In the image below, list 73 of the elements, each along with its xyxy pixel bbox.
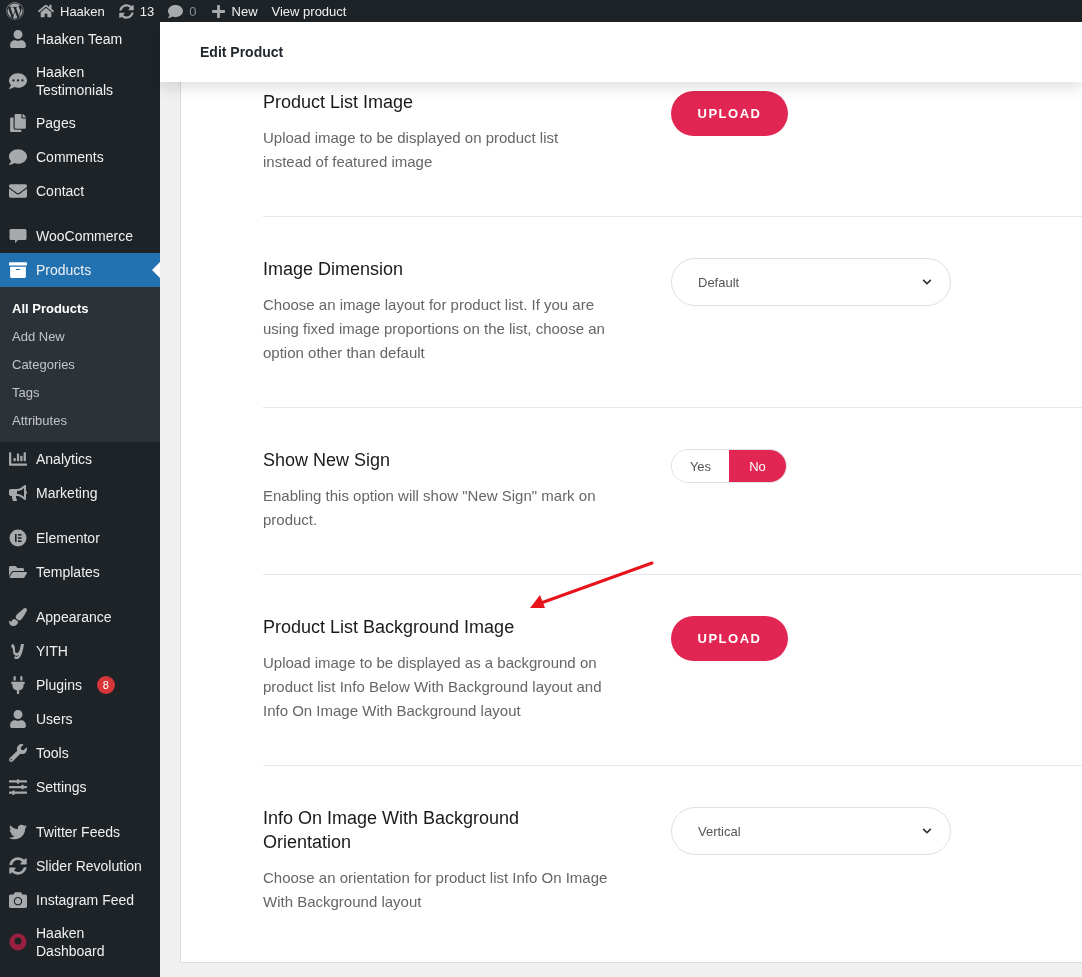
wrench-icon <box>9 744 27 762</box>
person-icon <box>9 30 27 48</box>
sidebar-item[interactable]: Analytics <box>0 442 160 476</box>
comment-icon <box>9 148 27 166</box>
submenu-item[interactable]: Attributes <box>0 406 160 434</box>
sidebar-item[interactable]: Haaken Team <box>0 22 160 56</box>
comments-count[interactable]: 0 <box>189 3 197 19</box>
sidebar-item[interactable]: Pages <box>0 106 160 140</box>
setting-description: Choose an image layout for product list. If you are using fixed image proportions on the list, choose an option other than default <box>263 295 606 363</box>
setting-description: Choose an orientation for product list Info On Image With Background layout <box>263 868 608 912</box>
person-icon <box>9 710 27 728</box>
sidebar-item[interactable]: Plugins 8 <box>0 668 160 702</box>
plus-icon[interactable] <box>210 3 226 19</box>
sidebar-item[interactable]: WooCommerce <box>0 219 160 253</box>
speech-bubble-icon <box>9 72 27 90</box>
count-badge: 8 <box>96 676 115 694</box>
submenu-item[interactable]: All Products <box>0 294 160 322</box>
sidebar-item[interactable]: Templates <box>0 555 160 589</box>
sidebar-item[interactable]: Products <box>0 253 160 287</box>
sidebar-item[interactable]: Contact <box>0 174 160 208</box>
setting-title: Image Dimension <box>263 258 405 281</box>
megaphone-icon <box>9 484 27 502</box>
upload-button[interactable]: UPLOAD <box>671 91 788 136</box>
setting-title: Product List Background Image <box>263 616 516 639</box>
submenu-item[interactable]: Add New <box>0 322 160 350</box>
refresh-icon[interactable] <box>118 3 134 19</box>
submenu-item[interactable]: Categories <box>0 350 160 378</box>
refresh-icon <box>9 857 27 875</box>
sidebar-item[interactable]: Appearance <box>0 600 160 634</box>
sidebar-item[interactable]: Haaken Testimonials <box>0 56 160 106</box>
page-title: Edit Product <box>200 44 284 60</box>
new-link[interactable]: New <box>231 3 258 19</box>
sidebar-item[interactable]: Marketing <box>0 476 160 510</box>
sidebar-item[interactable]: Slider Revolution <box>0 849 160 883</box>
bird-icon <box>9 823 27 841</box>
setting-description: Upload image to be displayed on product list instead of featured image <box>263 128 560 172</box>
chevron-down-icon <box>922 277 932 287</box>
envelope-icon <box>9 182 27 200</box>
sidebar-item[interactable]: Elementor <box>0 521 160 555</box>
folder-icon <box>9 563 27 581</box>
setting-description: Enabling this option will show "New Sign" mark on product. <box>263 486 597 530</box>
comment-icon[interactable] <box>168 3 184 19</box>
setting-title: Product List Image <box>263 91 415 114</box>
home-icon[interactable] <box>38 3 54 19</box>
wordpress-logo-icon[interactable] <box>6 2 24 20</box>
updates-count[interactable]: 13 <box>139 3 155 19</box>
brush-icon <box>9 608 27 626</box>
setting-title: Info On Image With Background Orientation <box>263 807 521 854</box>
setting-description: Upload image to be displayed as a background on product list Info Below With Background layout and Info On Image With Background layout <box>263 653 603 721</box>
sidebar-item[interactable]: Comments <box>0 140 160 174</box>
sliders-icon <box>9 778 27 796</box>
current-pointer <box>152 262 160 278</box>
chevron-down-icon <box>922 826 932 836</box>
view-product-link[interactable]: View product <box>271 3 347 19</box>
bar-chart-icon <box>9 450 27 468</box>
sidebar-item[interactable]: Settings <box>0 770 160 804</box>
sidebar-item[interactable]: Instagram Feed <box>0 883 160 917</box>
upload-button[interactable]: UPLOAD <box>671 616 788 661</box>
sidebar-item[interactable]: Twitter Feeds <box>0 815 160 849</box>
toggle-option[interactable]: No <box>729 450 786 482</box>
sidebar-item[interactable]: YITH <box>0 634 160 668</box>
camera-icon <box>9 891 27 909</box>
pages-icon <box>9 114 27 132</box>
ring-icon <box>9 933 27 951</box>
submenu-item[interactable]: Tags <box>0 378 160 406</box>
site-link[interactable]: Haaken <box>60 3 105 19</box>
plug-icon <box>9 676 27 694</box>
setting-title: Show New Sign <box>263 449 392 472</box>
circle-icon <box>9 529 27 547</box>
archive-icon <box>9 261 27 279</box>
sidebar-item[interactable]: Users <box>0 702 160 736</box>
sidebar-item[interactable]: Tools <box>0 736 160 770</box>
sidebar-item[interactable]: Haaken Dashboard <box>0 917 160 967</box>
